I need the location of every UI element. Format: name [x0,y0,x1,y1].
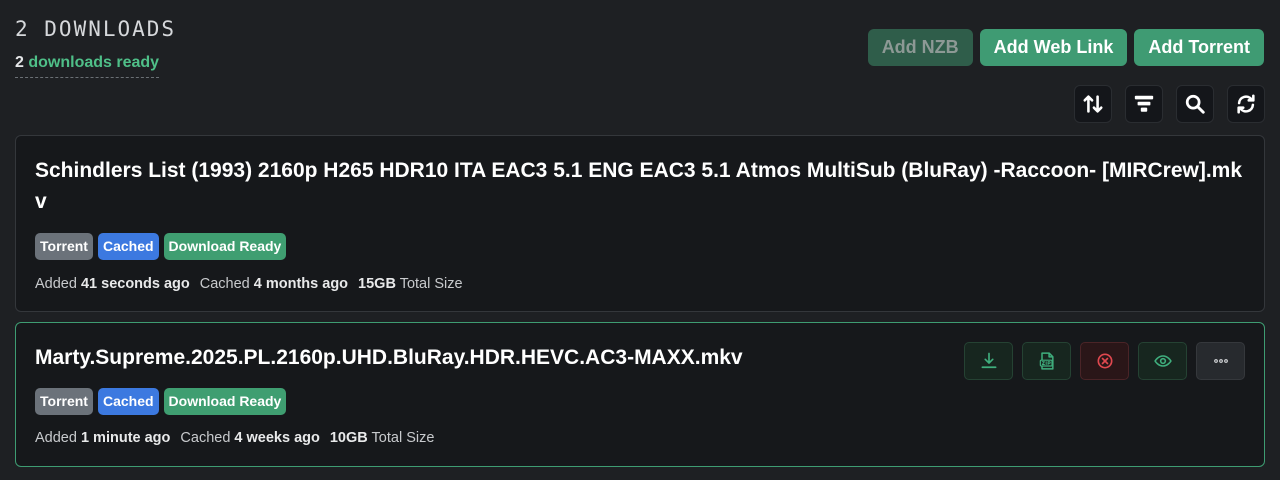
cached-tag: Cached [97,233,159,260]
download-ready-tag: Download Ready [163,233,287,260]
torrent-tag: Torrent [35,388,93,415]
added-value: 1 minute ago [80,430,171,446]
refresh-icon [1237,94,1255,114]
size-value: 15GB [358,276,396,292]
view-icon [1153,355,1172,367]
add-actions: Add NZB Add Web Link Add Torrent [867,29,1264,66]
download-meta: Added 41 seconds ago Cached 4 months ago 1… [35,275,463,293]
delete-icon [1097,353,1112,369]
list-toolbar [1074,85,1265,123]
cached-tag: Cached [97,388,159,415]
zip-icon [1039,352,1054,370]
cached-label: Cached [199,276,250,292]
view-button[interactable] [1138,342,1187,380]
added-label: Added [35,430,77,446]
download-title: Schindlers List (1993) 2160p H265 HDR10 … [35,159,1243,213]
download-button[interactable] [964,342,1013,380]
refresh-button[interactable] [1227,85,1265,123]
download-card[interactable]: Schindlers List (1993) 2160p H265 HDR10 … [15,135,1265,312]
download-zip-button[interactable] [1022,342,1071,380]
cached-value: 4 weeks ago [234,430,320,446]
torrent-tag: Torrent [35,233,93,260]
cached-label: Cached [180,430,231,446]
ready-text: downloads ready [23,54,160,71]
ready-count: 2 [15,54,24,71]
download-meta: Added 1 minute ago Cached 4 weeks ago 10GB… [35,429,434,447]
download-ready-tag: Download Ready [163,388,287,415]
added-value: 41 seconds ago [80,276,190,292]
search-icon [1185,94,1205,114]
row-actions [964,342,1245,380]
size-label: Total Size [399,276,463,292]
sort-button[interactable] [1074,85,1112,123]
size-value: 10GB [329,430,368,446]
download-icon [981,352,996,369]
filter-button[interactable] [1125,85,1163,123]
tag-list: Torrent Cached Download Ready [35,388,287,415]
download-title: Marty.Supreme.2025.PL.2160p.UHD.BluRay.H… [35,346,743,369]
filter-icon [1134,95,1154,112]
more-options-button[interactable] [1196,342,1245,380]
add-web-link-button[interactable]: Add Web Link [979,29,1128,66]
add-nzb-button[interactable]: Add NZB [867,29,973,66]
delete-button[interactable] [1080,342,1129,380]
tag-list: Torrent Cached Download Ready [35,233,287,260]
cached-value: 4 months ago [253,276,349,292]
added-label: Added [35,276,77,292]
add-torrent-button[interactable]: Add Torrent [1134,29,1264,66]
page-title: 2 DOWNLOADS [15,17,177,41]
downloads-ready-summary[interactable]: 2 downloads ready [15,53,160,78]
download-card[interactable]: Marty.Supreme.2025.PL.2160p.UHD.BluRay.H… [15,322,1265,467]
search-button[interactable] [1176,85,1214,123]
downloads-page: 2 DOWNLOADS 2 downloads ready Add NZB Ad… [0,0,1280,480]
sort-icon [1083,95,1103,113]
size-label: Total Size [371,430,435,446]
more-icon [1213,359,1228,363]
